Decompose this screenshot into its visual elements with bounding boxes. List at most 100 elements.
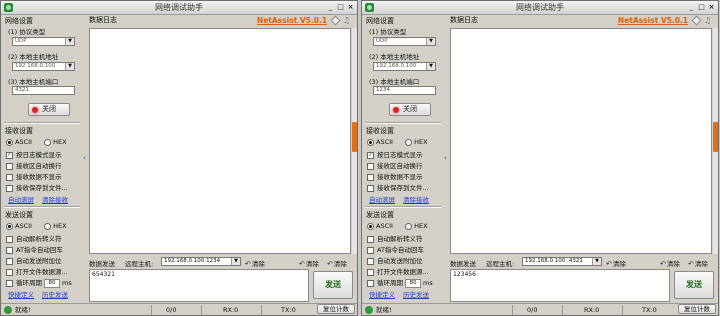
receive-option-save-file[interactable]: 接收保存到文件... (367, 182, 429, 192)
receive-ascii-radio[interactable] (367, 138, 374, 146)
send-option-cycle[interactable]: 循环周期 80 ms (6, 277, 72, 288)
send-option-append[interactable]: 自动发送附加位 (6, 255, 62, 265)
checkbox[interactable] (367, 246, 374, 254)
remote-host-select[interactable]: 192.168.0.100 :4321 ▼ (522, 257, 602, 266)
chevron-down-icon[interactable]: ▼ (426, 63, 435, 70)
tab-data-log[interactable]: 数据日志 (450, 15, 478, 26)
send-option-at-cr[interactable]: AT指令自动回车 (6, 244, 63, 254)
send-option-escape[interactable]: 自动解析转义符 (367, 233, 423, 243)
protocol-select[interactable]: UDP ▼ (12, 37, 75, 46)
checkbox[interactable] (6, 279, 13, 287)
checkbox[interactable] (6, 235, 13, 243)
send-option-at-cr[interactable]: AT指令自动回车 (367, 244, 424, 254)
receive-option-hide-data[interactable]: 接收数据不显示 (6, 171, 62, 181)
receive-option-log-mode[interactable]: ✓ 按日志模式显示 (6, 149, 62, 159)
checkbox[interactable] (6, 184, 13, 192)
clear-log-button[interactable]: ↶清除 (660, 258, 680, 268)
receive-option-autowrap[interactable]: 接收区自动换行 (6, 160, 62, 170)
checkbox[interactable] (367, 184, 374, 192)
local-ip-select[interactable]: 192.168.0.100 ▼ (373, 62, 436, 71)
receive-hex-radio[interactable] (44, 138, 52, 146)
send-ascii-radio[interactable] (367, 222, 374, 230)
send-button[interactable]: 发送 (313, 271, 353, 299)
data-log-area[interactable] (89, 28, 351, 254)
maximize-icon[interactable]: □ (697, 3, 706, 11)
quick-define-link[interactable]: 快捷定义 (369, 289, 395, 299)
checkbox[interactable]: ✓ (6, 151, 13, 159)
clear-all-button[interactable]: ↶清除 (327, 258, 347, 268)
send-option-append[interactable]: 自动发送附加位 (367, 255, 423, 265)
chevron-down-icon[interactable]: ▼ (426, 38, 435, 45)
clear-receive-link[interactable]: 清除接收 (403, 194, 429, 204)
cycle-input[interactable]: 80 (405, 278, 421, 288)
receive-option-save-file[interactable]: 接收保存到文件... (6, 182, 68, 192)
checkbox[interactable] (6, 173, 13, 181)
reset-count-button[interactable]: 复位计数 (317, 304, 355, 314)
bell-icon[interactable]: ♫ (343, 16, 351, 25)
receive-option-log-mode[interactable]: ✓ 按日志模式显示 (367, 149, 423, 159)
chevron-down-icon[interactable]: ▼ (65, 63, 74, 70)
collapse-panel-icon[interactable]: ‹ (444, 151, 448, 165)
send-option-cycle[interactable]: 循环周期 80 ms (367, 277, 433, 288)
chevron-down-icon[interactable]: ▼ (65, 38, 74, 45)
brand-link[interactable]: NetAssist V5.0.1 (618, 16, 688, 25)
receive-option-autowrap[interactable]: 接收区自动换行 (367, 160, 423, 170)
send-option-file-source[interactable]: 打开文件数据源... (6, 266, 68, 276)
clear-log-button[interactable]: ↶清除 (299, 258, 319, 268)
close-icon[interactable]: × (707, 3, 716, 11)
close-connection-button[interactable]: 关闭 (389, 103, 431, 116)
quick-define-link[interactable]: 快捷定义 (8, 289, 34, 299)
diamond-icon[interactable] (691, 15, 702, 26)
scrollbar[interactable] (713, 28, 718, 254)
send-textarea[interactable]: 654321 (89, 269, 309, 302)
chevron-down-icon[interactable]: ▼ (592, 258, 601, 265)
checkbox[interactable] (367, 235, 374, 243)
close-icon[interactable]: × (346, 3, 355, 11)
checkbox[interactable] (367, 162, 374, 170)
collapse-panel-icon[interactable]: ‹ (83, 151, 87, 165)
maximize-icon[interactable]: □ (336, 3, 345, 11)
checkbox[interactable] (6, 257, 13, 265)
local-port-input[interactable]: 1234 (373, 86, 436, 95)
checkbox[interactable] (6, 162, 13, 170)
send-history-link[interactable]: 历史发送 (403, 289, 429, 299)
checkbox[interactable] (367, 173, 374, 181)
scrollbar[interactable] (352, 28, 357, 254)
clear-all-button[interactable]: ↶清除 (688, 258, 708, 268)
checkbox[interactable]: ✓ (367, 151, 374, 159)
chevron-down-icon[interactable]: ▼ (231, 258, 240, 265)
local-port-input[interactable]: 4321 (12, 86, 75, 95)
send-hex-radio[interactable] (405, 222, 413, 230)
send-history-link[interactable]: 历史发送 (42, 289, 68, 299)
tab-data-log[interactable]: 数据日志 (89, 15, 117, 26)
send-option-file-source[interactable]: 打开文件数据源... (367, 266, 429, 276)
scrollbar-thumb[interactable] (352, 122, 357, 152)
reset-count-button[interactable]: 复位计数 (678, 304, 716, 314)
checkbox[interactable] (6, 246, 13, 254)
send-ascii-radio[interactable] (6, 222, 13, 230)
auto-scroll-link[interactable]: 自动滚屏 (369, 194, 395, 204)
clear-send-button[interactable]: ↶清除 (606, 258, 626, 268)
protocol-select[interactable]: UDP ▼ (373, 37, 436, 46)
receive-ascii-radio[interactable] (6, 138, 13, 146)
receive-option-hide-data[interactable]: 接收数据不显示 (367, 171, 423, 181)
cycle-input[interactable]: 80 (44, 278, 60, 288)
clear-receive-link[interactable]: 清除接收 (42, 194, 68, 204)
checkbox[interactable] (367, 268, 374, 276)
checkbox[interactable] (367, 279, 374, 287)
remote-host-select[interactable]: 192.168.0.100:1234 ▼ (161, 257, 241, 266)
send-textarea[interactable]: 123456 (450, 269, 670, 302)
send-button[interactable]: 发送 (674, 271, 714, 299)
checkbox[interactable] (367, 257, 374, 265)
send-option-escape[interactable]: 自动解析转义符 (6, 233, 62, 243)
bell-icon[interactable]: ♫ (704, 16, 712, 25)
checkbox[interactable] (6, 268, 13, 276)
brand-link[interactable]: NetAssist V5.0.1 (257, 16, 327, 25)
diamond-icon[interactable] (330, 15, 341, 26)
minimize-icon[interactable]: _ (326, 3, 335, 11)
send-hex-radio[interactable] (44, 222, 52, 230)
receive-hex-radio[interactable] (405, 138, 413, 146)
title-bar[interactable]: 网络调试助手 _ □ × (1, 1, 357, 15)
title-bar[interactable]: 网络调试助手 _ □ × (362, 1, 718, 15)
close-connection-button[interactable]: 关闭 (28, 103, 70, 116)
